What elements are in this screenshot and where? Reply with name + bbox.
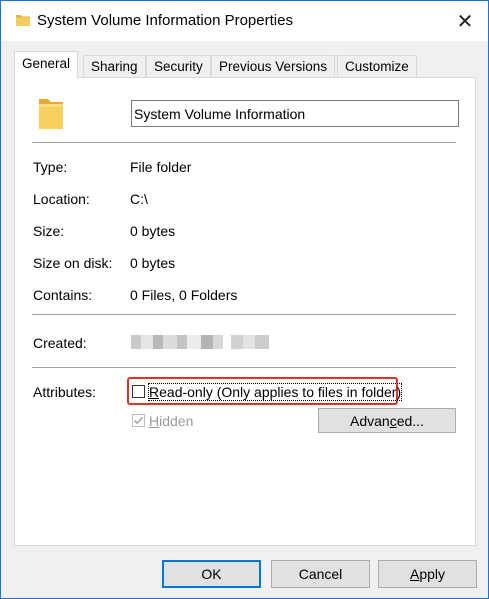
cancel-button[interactable]: Cancel <box>271 560 370 588</box>
tab-general[interactable]: General <box>14 51 79 78</box>
folder-icon <box>37 95 65 134</box>
created-label: Created: <box>33 335 87 351</box>
location-value: C:\ <box>130 191 148 207</box>
location-label: Location: <box>33 191 90 207</box>
type-value: File folder <box>130 159 192 175</box>
title-bar: System Volume Information Properties ✕ <box>1 1 488 41</box>
contains-value: 0 Files, 0 Folders <box>130 287 238 303</box>
separator <box>32 367 456 368</box>
attributes-label: Attributes: <box>33 384 97 400</box>
close-icon: ✕ <box>456 10 474 33</box>
tab-security[interactable]: Security <box>146 55 211 77</box>
window-title: System Volume Information Properties <box>37 12 293 29</box>
size-on-disk-label: Size on disk: <box>33 255 113 271</box>
advanced-button[interactable]: Advan c ed... <box>318 408 456 433</box>
separator <box>32 314 456 315</box>
size-on-disk-value: 0 bytes <box>130 255 176 271</box>
close-button[interactable]: ✕ <box>442 1 488 41</box>
properties-dialog: System Volume Information Properties ✕ G… <box>0 0 489 599</box>
tab-sharing[interactable]: Sharing <box>83 55 146 77</box>
type-label: Type: <box>33 159 68 175</box>
checkmark-icon <box>133 416 144 425</box>
hidden-checkbox[interactable] <box>132 414 145 427</box>
folder-icon <box>15 13 31 30</box>
readonly-label[interactable]: Read-only (Only applies to files in fold… <box>147 383 403 401</box>
folder-name-input[interactable] <box>131 100 459 127</box>
tab-customize[interactable]: Customize <box>337 55 417 77</box>
general-tab-panel: Type: File folder Location: C:\ Size: 0 … <box>14 77 476 546</box>
contains-label: Contains: <box>33 287 93 303</box>
created-value-redacted <box>131 335 281 349</box>
hidden-label: Hidden <box>149 413 194 429</box>
size-label: Size: <box>33 223 65 239</box>
separator <box>32 142 456 143</box>
apply-button[interactable]: Apply <box>378 560 477 588</box>
ok-button[interactable]: OK <box>162 560 261 588</box>
tab-previous-versions[interactable]: Previous Versions <box>211 55 336 77</box>
readonly-checkbox[interactable] <box>132 385 145 398</box>
size-value: 0 bytes <box>130 223 176 239</box>
